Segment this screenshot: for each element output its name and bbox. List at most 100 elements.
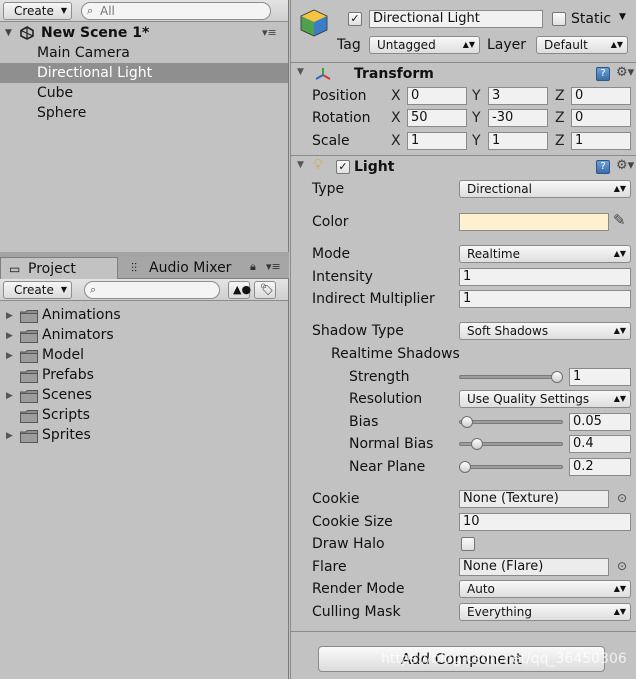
slider-thumb[interactable] (459, 461, 471, 473)
gear-icon[interactable]: ⚙▾ (616, 159, 634, 173)
search-value: All (100, 4, 115, 18)
strength-slider[interactable] (459, 368, 563, 386)
create-label: Create (14, 283, 54, 297)
axis-label-y[interactable]: Y (472, 132, 481, 150)
tag-dropdown[interactable]: Untagged ▲▼ (369, 36, 480, 54)
axis-label-x[interactable]: X (391, 87, 401, 105)
slider-thumb[interactable] (471, 438, 484, 450)
help-icon[interactable]: ? (596, 160, 610, 174)
folder-item[interactable]: ▶ Sprites (0, 426, 288, 446)
project-search-input[interactable]: ⌕ (84, 281, 220, 299)
filter-label-button[interactable]: 🏷︎ (254, 281, 276, 299)
transform-y-field[interactable]: -30 (488, 109, 548, 127)
scene-row[interactable]: ▼ New Scene 1* ▾≡ (0, 23, 288, 43)
transform-y-field[interactable]: 1 (488, 132, 548, 150)
hierarchy-item[interactable]: Sphere (0, 103, 288, 123)
folder-item[interactable]: Prefabs (0, 366, 288, 386)
resolution-dropdown[interactable]: Use Quality Settings ▲▼ (459, 390, 631, 408)
gear-icon[interactable]: ⚙▾ (616, 66, 634, 80)
folder-item[interactable]: ▶ Animators (0, 326, 288, 346)
dropdown-arrow-icon: ▲▼ (613, 326, 626, 335)
folder-tab-icon: ▭ (9, 262, 21, 276)
object-picker-icon[interactable]: ⊙ (617, 491, 627, 505)
indirect-multiplier-field[interactable]: 1 (459, 290, 631, 308)
static-dropdown-icon[interactable]: ▼ (619, 12, 626, 22)
hierarchy-create-button[interactable]: Create ▼ (3, 2, 72, 20)
hierarchy-item[interactable]: Cube (0, 83, 288, 103)
type-label: Type (312, 181, 345, 197)
expand-triangle-icon[interactable]: ▶ (6, 386, 13, 406)
near-plane-slider[interactable] (459, 458, 563, 476)
normal-bias-field[interactable]: 0.4 (569, 435, 631, 453)
intensity-field[interactable]: 1 (459, 268, 631, 286)
expand-triangle-icon[interactable]: ▶ (6, 426, 13, 446)
expand-triangle-icon[interactable]: ▶ (6, 326, 13, 346)
eyedropper-icon[interactable]: ✎ (613, 211, 626, 229)
color-swatch[interactable] (459, 213, 609, 231)
slider-thumb[interactable] (461, 416, 474, 428)
active-checkbox[interactable]: ✓ (348, 12, 362, 26)
expand-triangle-icon: ▼ (5, 28, 12, 38)
normal-bias-slider[interactable] (459, 435, 563, 453)
light-enabled-checkbox[interactable]: ✓ (336, 160, 350, 174)
transform-x-field[interactable]: 0 (407, 87, 467, 105)
transform-z-field[interactable]: 0 (571, 87, 631, 105)
folder-item[interactable]: ▶ Scenes (0, 386, 288, 406)
shadow-type-dropdown[interactable]: Soft Shadows ▲▼ (459, 322, 631, 340)
folder-item[interactable]: ▶ Animations (0, 306, 288, 326)
strength-field[interactable]: 1 (569, 368, 631, 386)
collapse-triangle-icon[interactable]: ▼ (297, 160, 304, 170)
transform-header[interactable]: ▼ Transform ? ⚙▾ (291, 62, 636, 84)
expand-triangle-icon[interactable]: ▶ (6, 306, 13, 326)
folder-item[interactable]: ▶ Model (0, 346, 288, 366)
transform-z-field[interactable]: 1 (571, 132, 631, 150)
resolution-value: Use Quality Settings (467, 392, 590, 406)
light-header[interactable]: ▼ 💡︎ ✓ Light ? ⚙▾ (291, 155, 636, 177)
help-icon[interactable]: ? (596, 67, 610, 81)
slider-thumb[interactable] (551, 371, 563, 383)
axis-label-y[interactable]: Y (472, 87, 481, 105)
scene-menu-icon[interactable]: ▾≡ (262, 23, 277, 43)
panel-menu-icon[interactable]: ▾≡ (266, 260, 281, 273)
transform-z-field[interactable]: 0 (571, 109, 631, 127)
project-toolbar: Create ▼ ⌕ ▲● 🏷︎ (0, 279, 288, 301)
lock-icon[interactable]: 🔒︎ (250, 260, 256, 274)
filter-type-button[interactable]: ▲● (228, 281, 251, 299)
near-plane-field[interactable]: 0.2 (569, 458, 631, 476)
axis-label-z[interactable]: Z (555, 109, 565, 127)
flare-object-field[interactable]: None (Flare) (459, 558, 609, 576)
hierarchy-item[interactable]: Main Camera (0, 43, 288, 63)
object-name-field[interactable]: Directional Light (369, 10, 543, 28)
cookie-size-field[interactable]: 10 (459, 513, 631, 531)
cookie-object-field[interactable]: None (Texture) (459, 490, 609, 508)
project-create-button[interactable]: Create ▼ (3, 281, 72, 299)
type-dropdown[interactable]: Directional ▲▼ (459, 180, 631, 198)
axis-label-x[interactable]: X (391, 132, 401, 150)
transform-x-field[interactable]: 50 (407, 109, 467, 127)
expand-triangle-icon[interactable]: ▶ (6, 346, 13, 366)
layer-dropdown[interactable]: Default ▲▼ (536, 36, 628, 54)
static-checkbox[interactable] (552, 12, 566, 26)
folder-item[interactable]: Scripts (0, 406, 288, 426)
axis-label-z[interactable]: Z (555, 87, 565, 105)
hierarchy-item-label: Main Camera (37, 45, 130, 61)
axis-label-y[interactable]: Y (472, 109, 481, 127)
object-picker-icon[interactable]: ⊙ (617, 559, 627, 573)
bias-field[interactable]: 0.05 (569, 413, 631, 431)
mode-dropdown[interactable]: Realtime ▲▼ (459, 245, 631, 263)
transform-y-field[interactable]: 3 (488, 87, 548, 105)
axis-label-x[interactable]: X (391, 109, 401, 127)
bias-slider[interactable] (459, 413, 563, 431)
folder-icon (20, 330, 38, 343)
transform-x-field[interactable]: 1 (407, 132, 467, 150)
render-mode-dropdown[interactable]: Auto ▲▼ (459, 580, 631, 598)
tab-project[interactable]: ▭ Project (0, 257, 118, 279)
draw-halo-checkbox[interactable] (461, 537, 475, 551)
tab-audio-mixer[interactable]: ⫶⫶ Audio Mixer (128, 257, 248, 279)
collapse-triangle-icon[interactable]: ▼ (297, 67, 304, 77)
hierarchy-search-input[interactable]: ⌕ All (81, 2, 271, 20)
culling-mask-dropdown[interactable]: Everything ▲▼ (459, 603, 631, 621)
hierarchy-item-selected[interactable]: Directional Light (0, 63, 288, 83)
hierarchy-item-label: Sphere (37, 105, 87, 121)
axis-label-z[interactable]: Z (555, 132, 565, 150)
